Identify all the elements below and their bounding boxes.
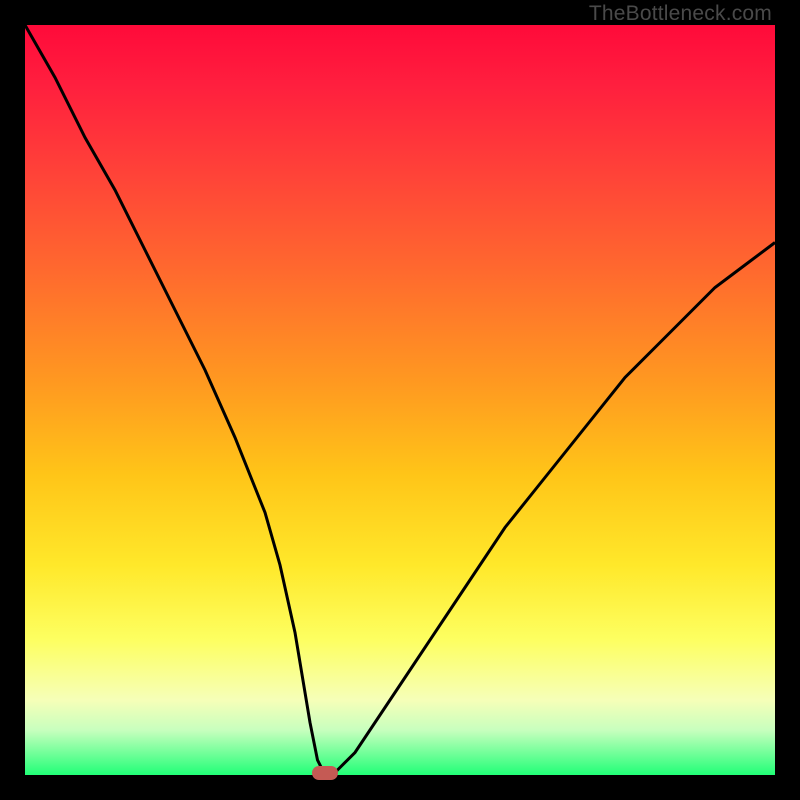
curve-svg <box>25 25 775 775</box>
plot-area <box>25 25 775 775</box>
optimum-marker <box>312 766 338 780</box>
bottleneck-curve <box>25 25 775 775</box>
watermark-text: TheBottleneck.com <box>589 2 772 26</box>
outer-frame: TheBottleneck.com <box>0 0 800 800</box>
